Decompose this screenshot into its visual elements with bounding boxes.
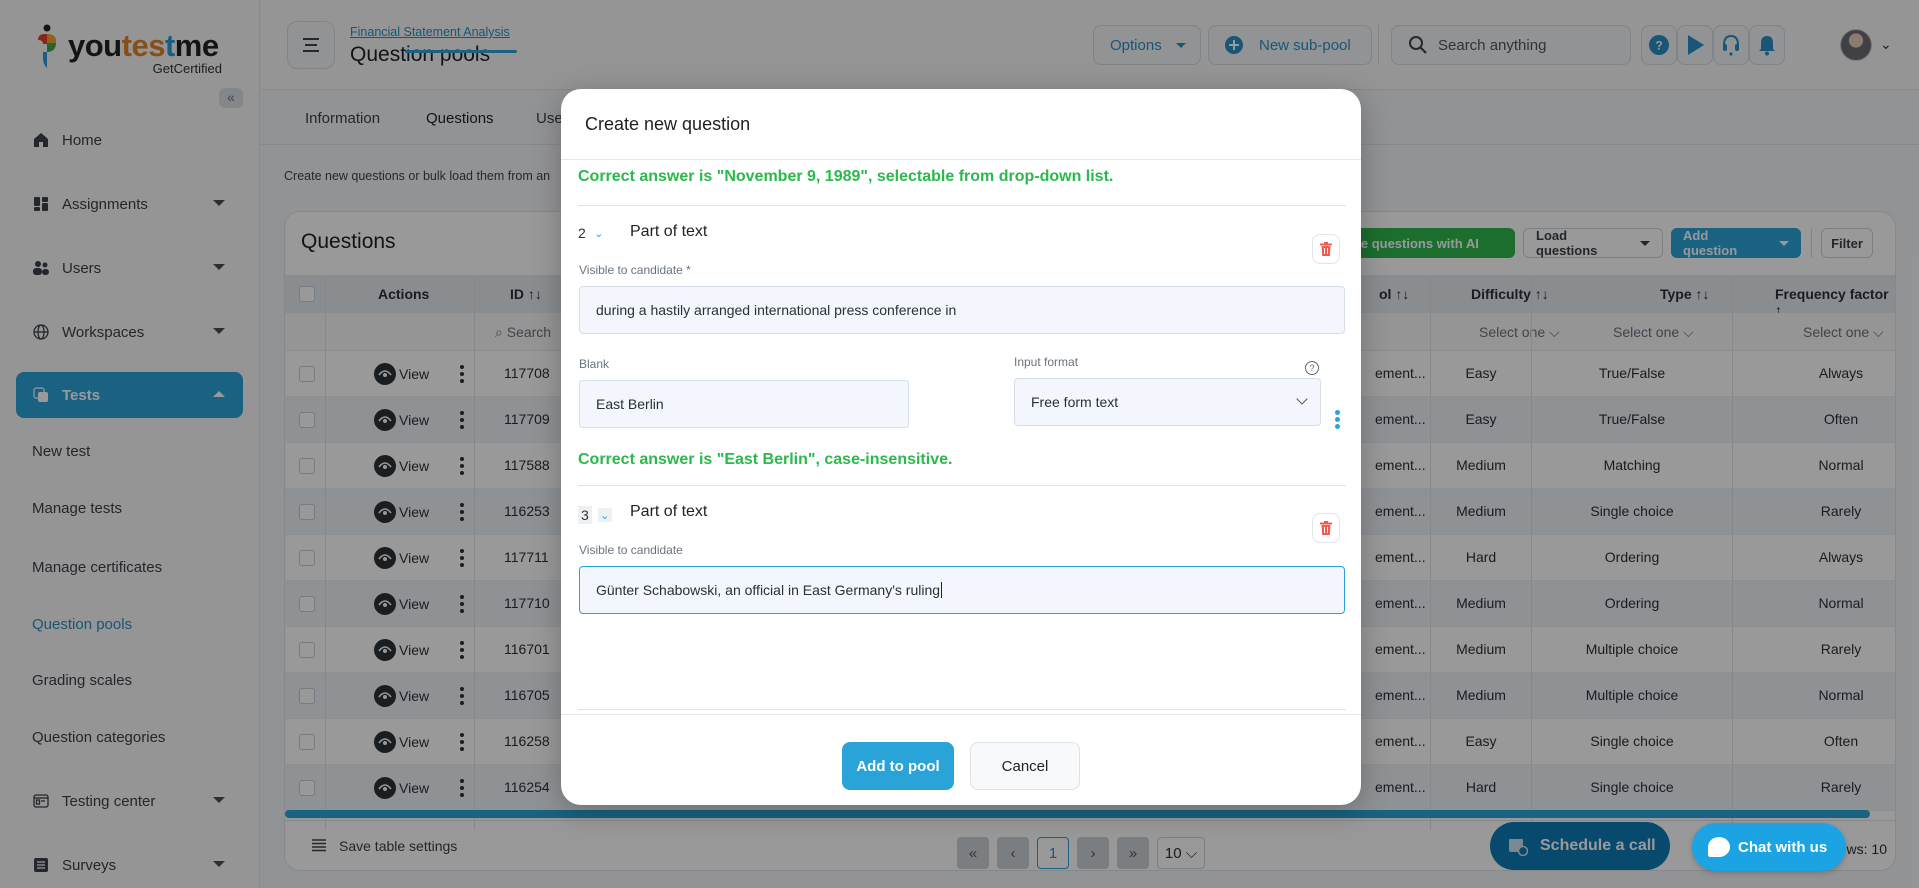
divider (578, 485, 1346, 486)
chat-bubble-icon (1708, 837, 1730, 857)
delete-part-button[interactable] (1312, 234, 1340, 264)
trash-icon (1320, 521, 1332, 535)
blank-input[interactable]: East Berlin (579, 380, 909, 428)
modal-title: Create new question (585, 114, 751, 134)
input-format-value: Free form text (1031, 394, 1119, 410)
visible-to-candidate-label: Visible to candidate * (579, 263, 691, 277)
correct-answer-message: Correct answer is "East Berlin", case-in… (578, 451, 953, 468)
trash-icon (1320, 242, 1332, 256)
schedule-call-button[interactable]: Schedule a call (1490, 822, 1670, 870)
chevron-down-icon[interactable]: ⌄ (592, 226, 606, 240)
blank-label: Blank (579, 357, 610, 371)
delete-part-button[interactable] (1312, 513, 1340, 543)
input-format-select[interactable]: Free form text (1014, 378, 1321, 426)
chevron-down-icon[interactable]: ⌄ (597, 508, 612, 522)
chat-with-us-button[interactable]: Chat with us (1692, 823, 1846, 871)
input-value: Günter Schabowski, an official in East G… (596, 582, 941, 598)
part-title: Part of text (630, 503, 708, 520)
correct-answer-message: Correct answer is "November 9, 1989", se… (578, 168, 1114, 185)
cancel-button[interactable]: Cancel (970, 742, 1080, 790)
chevron-down-icon (1296, 393, 1308, 405)
text-cursor (941, 582, 943, 598)
part-number[interactable]: 3 ⌄ (578, 506, 612, 524)
part-title: Part of text (630, 223, 708, 240)
calendar-clock-icon (1509, 839, 1528, 856)
visible-to-candidate-label: Visible to candidate (579, 543, 683, 557)
more-options-icon[interactable] (1335, 410, 1341, 432)
divider (578, 709, 1346, 710)
visible-to-candidate-input[interactable]: during a hastily arranged international … (579, 286, 1345, 334)
modal-header: Create new question (561, 89, 1361, 160)
part-number[interactable]: 2 ⌄ (578, 225, 606, 241)
chat-label: Chat with us (1738, 838, 1828, 856)
schedule-call-label: Schedule a call (1540, 837, 1656, 854)
add-to-pool-button[interactable]: Add to pool (842, 742, 954, 790)
input-format-label: Input format (1014, 355, 1079, 369)
modal-body[interactable]: Correct answer is "November 9, 1989", se… (561, 161, 1361, 714)
help-circle-icon[interactable]: ? (1305, 361, 1319, 375)
modal-footer: Add to pool Cancel (561, 714, 1361, 805)
divider (578, 205, 1346, 206)
create-question-modal: Create new question Correct answer is "N… (561, 89, 1361, 805)
visible-to-candidate-input[interactable]: Günter Schabowski, an official in East G… (579, 566, 1345, 614)
